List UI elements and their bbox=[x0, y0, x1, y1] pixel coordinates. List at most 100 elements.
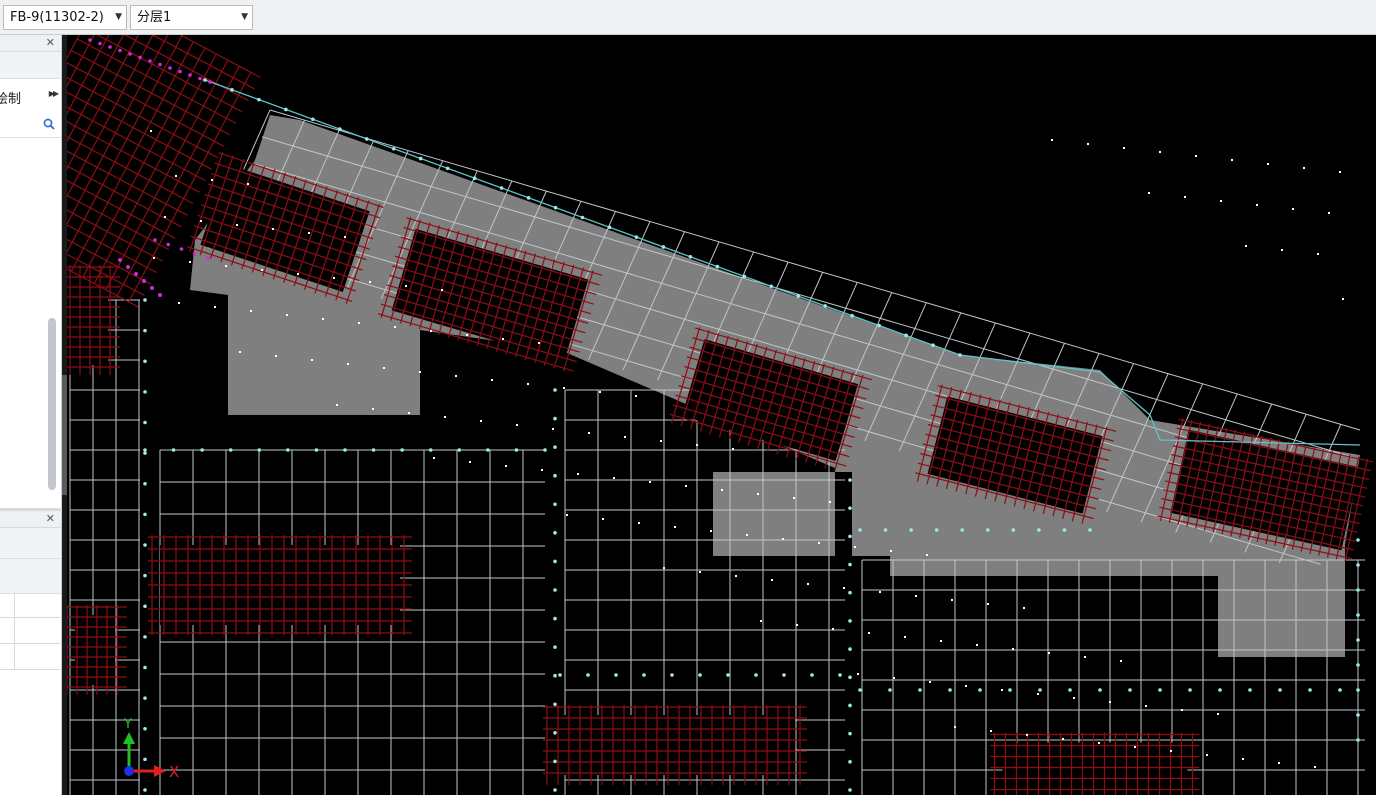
white-marker bbox=[818, 542, 820, 544]
white-marker bbox=[430, 330, 432, 332]
property-grid-row[interactable] bbox=[0, 669, 62, 670]
axis-dot bbox=[143, 481, 147, 486]
axis-dot bbox=[198, 76, 202, 81]
close-icon[interactable]: ✕ bbox=[46, 511, 55, 527]
axis-dot bbox=[726, 673, 730, 677]
magenta-marker bbox=[158, 293, 162, 297]
white-marker bbox=[1087, 143, 1089, 145]
axis-dot bbox=[143, 420, 147, 425]
axis-dot bbox=[143, 512, 147, 517]
white-marker bbox=[588, 432, 590, 434]
white-marker bbox=[419, 371, 421, 373]
axis-dot bbox=[1011, 528, 1016, 532]
white-marker bbox=[760, 620, 762, 622]
cad-drawing[interactable]: Y X bbox=[67, 35, 1376, 795]
white-marker bbox=[965, 685, 967, 687]
search-input[interactable] bbox=[0, 113, 61, 138]
white-marker bbox=[175, 175, 177, 177]
axis-dot bbox=[1356, 713, 1360, 717]
white-marker bbox=[1278, 762, 1280, 764]
axis-dot bbox=[848, 788, 852, 792]
axis-dot bbox=[143, 573, 147, 578]
white-marker bbox=[1220, 200, 1222, 202]
white-marker bbox=[915, 595, 917, 597]
property-grid-row[interactable] bbox=[0, 617, 62, 618]
axis-dot bbox=[858, 688, 862, 692]
axis-dot bbox=[1356, 563, 1360, 567]
axis-dot bbox=[230, 88, 234, 92]
white-marker bbox=[1342, 298, 1344, 300]
property-grid-row[interactable] bbox=[0, 643, 62, 644]
white-marker bbox=[1242, 758, 1244, 760]
axis-dot bbox=[158, 62, 162, 67]
axis-dot bbox=[179, 247, 184, 251]
close-icon[interactable]: ✕ bbox=[46, 35, 55, 51]
axis-dot bbox=[661, 245, 666, 249]
double-chevron-right-icon[interactable]: ▶▶ bbox=[49, 89, 59, 98]
white-marker bbox=[1037, 693, 1039, 695]
white-marker bbox=[829, 501, 831, 503]
panel-header bbox=[0, 559, 61, 594]
axis-dot bbox=[848, 647, 852, 651]
axis-dot bbox=[143, 604, 147, 609]
axis-dot bbox=[607, 225, 612, 230]
white-marker bbox=[1303, 167, 1305, 169]
layer-select[interactable]: 分层1 ▼ bbox=[130, 5, 253, 30]
axis-dot bbox=[486, 448, 490, 452]
axis-dot bbox=[1338, 688, 1342, 692]
axis-dot bbox=[143, 696, 147, 700]
white-marker bbox=[1292, 208, 1294, 210]
white-marker bbox=[566, 514, 568, 516]
white-marker bbox=[1217, 713, 1219, 715]
chevron-down-icon[interactable]: ▼ bbox=[115, 6, 122, 29]
axis-dot bbox=[934, 528, 939, 532]
axis-dot bbox=[553, 502, 557, 507]
axis-dot bbox=[688, 254, 693, 259]
chevron-down-icon[interactable]: ▼ bbox=[241, 6, 248, 29]
panel-tab-row[interactable]: 绘制 ▶▶ bbox=[0, 79, 61, 113]
panel-toolbar bbox=[0, 52, 61, 79]
search-icon[interactable] bbox=[43, 118, 55, 130]
axis-dot bbox=[138, 55, 142, 60]
axis-dot bbox=[848, 506, 852, 510]
white-marker bbox=[1281, 249, 1283, 251]
white-marker bbox=[1109, 701, 1111, 703]
white-marker bbox=[1267, 163, 1269, 165]
rebar-cluster bbox=[148, 535, 412, 635]
axis-dot bbox=[848, 534, 852, 539]
panel-scrollbar[interactable] bbox=[48, 318, 56, 490]
white-marker bbox=[322, 318, 324, 320]
axis-dot bbox=[1098, 688, 1102, 692]
white-marker bbox=[563, 387, 565, 389]
white-marker bbox=[189, 261, 191, 263]
floor-select[interactable]: FB-9(11302-2) ▼ bbox=[3, 5, 127, 30]
axis-dot bbox=[192, 251, 197, 256]
axis-dot bbox=[1037, 528, 1041, 532]
axis-dot bbox=[553, 205, 558, 210]
white-marker bbox=[527, 383, 529, 385]
white-marker bbox=[383, 367, 385, 369]
white-marker bbox=[599, 391, 601, 393]
axis-dot bbox=[188, 73, 192, 77]
axis-dot bbox=[257, 97, 261, 102]
white-marker bbox=[1159, 151, 1161, 153]
tab-draw[interactable]: 绘制 bbox=[0, 88, 21, 107]
ucs-axis-indicator: Y X bbox=[123, 717, 179, 781]
axis-dot bbox=[168, 66, 172, 70]
white-marker bbox=[1231, 159, 1233, 161]
panel-toolbar bbox=[0, 528, 61, 559]
cad-drawing-canvas[interactable]: Y X bbox=[67, 35, 1376, 795]
axis-dot bbox=[553, 531, 557, 535]
axis-dot bbox=[1356, 638, 1360, 642]
white-marker bbox=[441, 289, 443, 291]
axis-dot bbox=[931, 343, 935, 347]
white-marker bbox=[735, 575, 737, 577]
white-marker bbox=[275, 355, 277, 357]
white-marker bbox=[369, 281, 371, 283]
white-marker bbox=[1170, 750, 1172, 752]
magenta-marker bbox=[134, 272, 138, 276]
axis-dot bbox=[499, 186, 504, 190]
white-marker bbox=[1023, 607, 1025, 609]
axis-dot bbox=[400, 448, 404, 452]
white-marker bbox=[214, 306, 216, 308]
